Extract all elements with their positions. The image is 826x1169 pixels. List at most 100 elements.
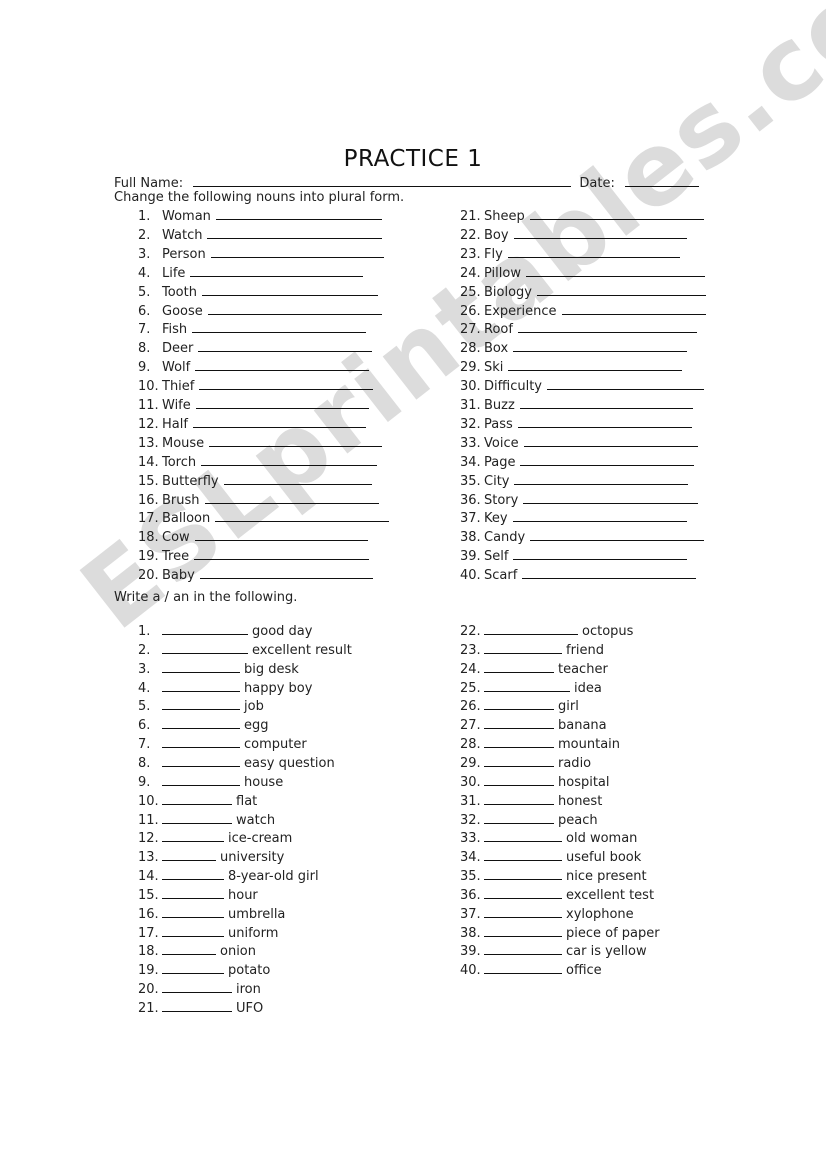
answer-blank[interactable] (209, 434, 382, 447)
article-blank[interactable] (162, 716, 240, 730)
answer-blank[interactable] (199, 377, 373, 391)
answer-blank[interactable] (529, 207, 704, 220)
answer-blank[interactable] (190, 264, 363, 277)
article-blank[interactable] (484, 660, 554, 673)
answer-blank[interactable] (513, 226, 687, 239)
answer-blank[interactable] (195, 396, 369, 409)
article-blank[interactable] (162, 980, 232, 994)
article-item: 34. useful book (460, 848, 641, 866)
answer-blank[interactable] (523, 491, 698, 504)
article-blank[interactable] (162, 999, 232, 1012)
article-blank[interactable] (162, 942, 216, 956)
article-blank[interactable] (162, 622, 248, 635)
article-blank[interactable] (484, 942, 562, 956)
article-blank[interactable] (484, 886, 562, 899)
article-blank[interactable] (484, 811, 554, 824)
answer-blank[interactable] (525, 264, 705, 277)
article-blank[interactable] (484, 867, 562, 881)
article-blank[interactable] (484, 848, 562, 862)
article-blank[interactable] (484, 679, 570, 692)
noun-word: Woman (162, 209, 211, 224)
article-blank[interactable] (484, 754, 554, 767)
answer-blank[interactable] (201, 453, 377, 466)
answer-blank[interactable] (207, 226, 382, 239)
answer-blank[interactable] (194, 547, 369, 561)
article-blank[interactable] (484, 622, 578, 635)
article-blank[interactable] (162, 886, 224, 899)
answer-blank[interactable] (507, 245, 680, 258)
article-item: 39. car is yellow (460, 942, 647, 960)
answer-blank[interactable] (207, 302, 382, 315)
noun-word: Fly (484, 246, 503, 262)
answer-blank[interactable] (514, 472, 688, 485)
answer-blank[interactable] (519, 396, 693, 409)
article-blank[interactable] (484, 905, 562, 918)
full-name-field[interactable] (193, 174, 572, 187)
article-blank[interactable] (162, 867, 224, 881)
article-blank[interactable] (162, 829, 224, 843)
answer-blank[interactable] (520, 453, 694, 466)
article-blank[interactable] (484, 924, 562, 937)
answer-blank[interactable] (194, 528, 368, 542)
article-blank[interactable] (484, 716, 554, 730)
phrase-text: UFO (236, 1001, 264, 1016)
article-blank[interactable] (162, 848, 216, 862)
answer-blank[interactable] (195, 358, 369, 372)
phrase-text: ice-cream (228, 831, 293, 847)
item-number: 23. (460, 246, 481, 262)
answer-blank[interactable] (198, 339, 372, 353)
answer-blank[interactable] (517, 415, 692, 428)
phrase-text: hour (228, 887, 258, 903)
article-blank[interactable] (162, 697, 240, 711)
date-field[interactable] (624, 174, 699, 187)
phrase-text: banana (558, 718, 607, 734)
answer-blank[interactable] (223, 472, 372, 485)
article-blank[interactable] (484, 735, 554, 749)
article-blank[interactable] (162, 811, 232, 824)
answer-blank[interactable] (513, 547, 687, 561)
answer-blank[interactable] (512, 509, 687, 523)
answer-blank[interactable] (199, 566, 373, 580)
answer-blank[interactable] (537, 283, 706, 296)
answer-blank[interactable] (204, 491, 379, 504)
answer-blank[interactable] (523, 434, 698, 447)
article-blank[interactable] (162, 792, 232, 805)
answer-blank[interactable] (522, 566, 696, 580)
article-blank[interactable] (484, 773, 554, 786)
answer-blank[interactable] (215, 509, 389, 523)
answer-blank[interactable] (517, 320, 697, 334)
answer-blank[interactable] (513, 339, 687, 353)
answer-blank[interactable] (215, 207, 382, 220)
answer-blank[interactable] (546, 377, 704, 391)
article-blank[interactable] (484, 961, 562, 975)
noun-word: Buzz (484, 398, 515, 413)
item-number: 13. (138, 435, 159, 451)
article-blank[interactable] (162, 641, 248, 654)
item-number: 35. (460, 869, 481, 885)
answer-blank[interactable] (561, 302, 706, 315)
article-blank[interactable] (162, 924, 224, 937)
answer-blank[interactable] (201, 283, 378, 296)
article-blank[interactable] (484, 792, 554, 805)
article-blank[interactable] (484, 641, 562, 654)
article-blank[interactable] (162, 773, 240, 786)
article-blank[interactable] (484, 697, 554, 711)
answer-blank[interactable] (192, 415, 366, 428)
plural-item: 38. Candy (460, 528, 704, 546)
phrase-text: happy boy (244, 680, 313, 696)
item-number: 22. (460, 227, 481, 243)
answer-blank[interactable] (530, 528, 704, 542)
article-blank[interactable] (162, 754, 240, 767)
answer-blank[interactable] (192, 320, 366, 334)
answer-blank[interactable] (210, 245, 384, 258)
article-blank[interactable] (162, 961, 224, 975)
answer-blank[interactable] (508, 358, 682, 372)
article-blank[interactable] (484, 829, 562, 843)
phrase-text: mountain (558, 737, 621, 753)
phrase-text: iron (236, 982, 261, 998)
article-blank[interactable] (162, 660, 240, 673)
phrase-text: umbrella (228, 906, 286, 922)
article-blank[interactable] (162, 735, 240, 749)
article-blank[interactable] (162, 905, 224, 918)
article-blank[interactable] (162, 679, 240, 692)
